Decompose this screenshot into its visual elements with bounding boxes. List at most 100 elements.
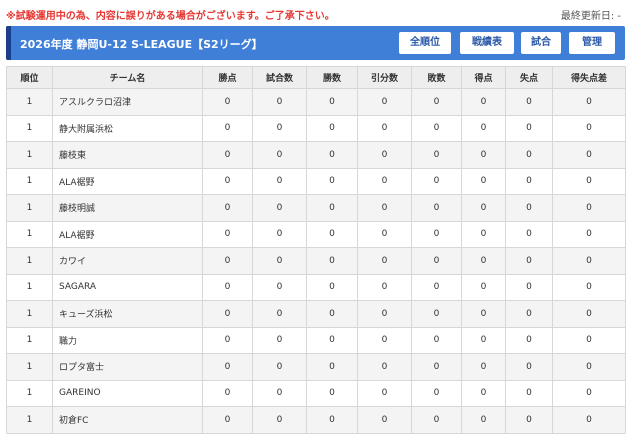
- col-team: チーム名: [52, 66, 203, 89]
- cell-team-name[interactable]: キューズ浜松: [52, 300, 203, 328]
- cell-wins: 0: [306, 353, 358, 381]
- cell-team-name[interactable]: 職力: [52, 326, 203, 354]
- cell-wins: 0: [306, 406, 358, 434]
- cell-goals-against: 0: [505, 114, 553, 142]
- cell-played: 0: [252, 326, 307, 354]
- cell-points: 0: [202, 273, 253, 301]
- cell-goals-against: 0: [505, 167, 553, 195]
- col-losses: 敗数: [411, 66, 462, 89]
- cell-draws: 0: [357, 88, 412, 116]
- cell-team-name[interactable]: ロプタ富士: [52, 353, 203, 381]
- cell-losses: 0: [411, 406, 462, 434]
- cell-points: 0: [202, 220, 253, 248]
- cell-wins: 0: [306, 379, 358, 407]
- cell-draws: 0: [357, 194, 412, 222]
- cell-rank: 1: [6, 247, 53, 275]
- table-header-row: 順位 チーム名 勝点 試合数 勝数 引分数 敗数 得点 失点 得失点差: [6, 66, 626, 89]
- cell-team-name[interactable]: 藤枝東: [52, 141, 203, 169]
- cell-losses: 0: [411, 88, 462, 116]
- cell-goal-diff: 0: [552, 247, 626, 275]
- header-accent-bar: [6, 26, 11, 60]
- cell-rank: 1: [6, 114, 53, 142]
- cell-losses: 0: [411, 273, 462, 301]
- cell-rank: 1: [6, 141, 53, 169]
- notice-bar: ※試験運用中の為、内容に誤りがある場合がございます。ご了承下さい。 最終更新日:…: [0, 0, 631, 24]
- cell-points: 0: [202, 194, 253, 222]
- col-points: 勝点: [202, 66, 253, 89]
- cell-goal-diff: 0: [552, 353, 626, 381]
- cell-goal-diff: 0: [552, 406, 626, 434]
- col-goals-against: 失点: [505, 66, 553, 89]
- cell-played: 0: [252, 114, 307, 142]
- cell-points: 0: [202, 88, 253, 116]
- cell-goals-for: 0: [461, 247, 506, 275]
- cell-wins: 0: [306, 220, 358, 248]
- table-row: 1 SAGARA 0 0 0 0 0 0 0 0: [6, 273, 626, 301]
- cell-goal-diff: 0: [552, 300, 626, 328]
- cell-team-name[interactable]: ALA裾野: [52, 220, 203, 248]
- cell-goals-against: 0: [505, 379, 553, 407]
- cell-draws: 0: [357, 114, 412, 142]
- cell-points: 0: [202, 326, 253, 354]
- table-row: 1 藤枝明誠 0 0 0 0 0 0 0 0: [6, 194, 626, 222]
- cell-points: 0: [202, 141, 253, 169]
- cell-team-name[interactable]: 初倉FC: [52, 406, 203, 434]
- cell-points: 0: [202, 379, 253, 407]
- cell-wins: 0: [306, 194, 358, 222]
- cell-goals-for: 0: [461, 114, 506, 142]
- cell-rank: 1: [6, 353, 53, 381]
- cell-played: 0: [252, 353, 307, 381]
- trial-notice: ※試験運用中の為、内容に誤りがある場合がございます。ご了承下さい。: [6, 11, 335, 22]
- col-wins: 勝数: [306, 66, 358, 89]
- all-standings-button[interactable]: 全順位: [399, 32, 451, 54]
- cell-played: 0: [252, 406, 307, 434]
- cell-losses: 0: [411, 141, 462, 169]
- table-row: 1 藤枝東 0 0 0 0 0 0 0 0: [6, 141, 626, 169]
- cell-goal-diff: 0: [552, 114, 626, 142]
- cell-team-name[interactable]: SAGARA: [52, 273, 203, 301]
- cell-goals-for: 0: [461, 167, 506, 195]
- table-row: 1 静大附属浜松 0 0 0 0 0 0 0 0: [6, 114, 626, 142]
- cell-played: 0: [252, 220, 307, 248]
- cell-draws: 0: [357, 300, 412, 328]
- table-row: 1 ALA裾野 0 0 0 0 0 0 0 0: [6, 167, 626, 195]
- cell-rank: 1: [6, 167, 53, 195]
- cell-played: 0: [252, 379, 307, 407]
- cell-team-name[interactable]: カワイ: [52, 247, 203, 275]
- cell-rank: 1: [6, 406, 53, 434]
- col-rank: 順位: [6, 66, 53, 89]
- cell-played: 0: [252, 88, 307, 116]
- cell-draws: 0: [357, 220, 412, 248]
- cell-team-name[interactable]: 藤枝明誠: [52, 194, 203, 222]
- cell-points: 0: [202, 247, 253, 275]
- table-row: 1 ロプタ富士 0 0 0 0 0 0 0 0: [6, 353, 626, 381]
- cell-team-name[interactable]: GAREINO: [52, 379, 203, 407]
- col-goal-diff: 得失点差: [552, 66, 626, 89]
- cell-team-name[interactable]: ALA裾野: [52, 167, 203, 195]
- cell-draws: 0: [357, 167, 412, 195]
- results-table-button[interactable]: 戦績表: [460, 32, 514, 54]
- cell-goals-for: 0: [461, 379, 506, 407]
- cell-rank: 1: [6, 194, 53, 222]
- cell-points: 0: [202, 167, 253, 195]
- cell-draws: 0: [357, 247, 412, 275]
- cell-wins: 0: [306, 300, 358, 328]
- col-goals-for: 得点: [461, 66, 506, 89]
- admin-button[interactable]: 管理: [569, 32, 615, 54]
- standings-table: 順位 チーム名 勝点 試合数 勝数 引分数 敗数 得点 失点 得失点差 1 アスル…: [6, 66, 626, 434]
- cell-goals-for: 0: [461, 406, 506, 434]
- cell-played: 0: [252, 273, 307, 301]
- cell-draws: 0: [357, 379, 412, 407]
- matches-button[interactable]: 試合: [521, 32, 561, 54]
- cell-wins: 0: [306, 114, 358, 142]
- cell-losses: 0: [411, 194, 462, 222]
- cell-played: 0: [252, 300, 307, 328]
- cell-team-name[interactable]: 静大附属浜松: [52, 114, 203, 142]
- cell-rank: 1: [6, 326, 53, 354]
- cell-draws: 0: [357, 406, 412, 434]
- last-updated: 最終更新日: -: [560, 11, 621, 22]
- col-draws: 引分数: [357, 66, 412, 89]
- cell-goals-against: 0: [505, 88, 553, 116]
- table-row: 1 ALA裾野 0 0 0 0 0 0 0 0: [6, 220, 626, 248]
- cell-team-name[interactable]: アスルクラロ沼津: [52, 88, 203, 116]
